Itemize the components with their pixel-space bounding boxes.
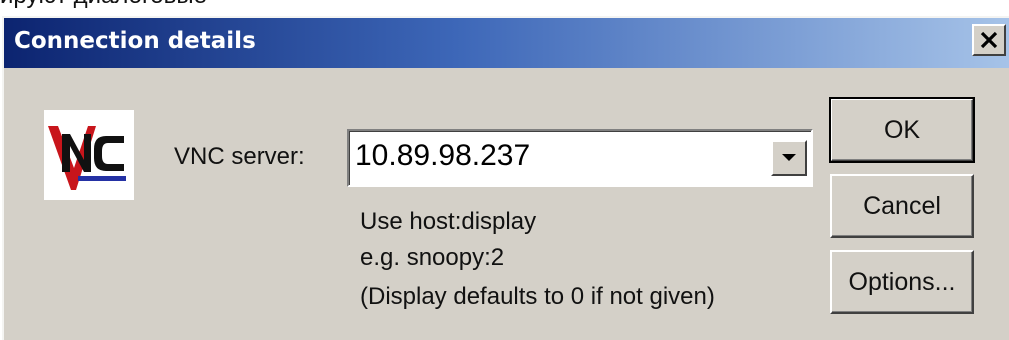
- vnc-server-input[interactable]: 10.89.98.237: [355, 139, 530, 173]
- background-caption: ируют диалоговые: [0, 0, 207, 10]
- hint-line-3: (Display defaults to 0 if not given): [360, 283, 715, 310]
- hint-line-1: Use host:display: [360, 208, 537, 235]
- ok-button[interactable]: OK: [829, 97, 975, 163]
- connection-dialog: Connection details VNC server: 10.89.98.…: [2, 16, 1009, 340]
- vnc-server-combobox[interactable]: 10.89.98.237: [347, 129, 813, 187]
- close-button[interactable]: [972, 24, 1006, 56]
- screenshot-page: ируют диалоговые Connection details: [0, 0, 1009, 340]
- title-bar[interactable]: Connection details: [4, 18, 1009, 68]
- vnc-logo-icon: [44, 110, 134, 200]
- dialog-title: Connection details: [14, 28, 256, 54]
- options-button[interactable]: Options...: [830, 250, 974, 314]
- vnc-server-label: VNC server:: [174, 143, 305, 170]
- cancel-button[interactable]: Cancel: [830, 174, 974, 238]
- hint-line-2: e.g. snoopy:2: [360, 244, 505, 271]
- chevron-down-icon: [782, 154, 796, 161]
- close-icon: [980, 31, 998, 49]
- combobox-dropdown-button[interactable]: [771, 140, 807, 176]
